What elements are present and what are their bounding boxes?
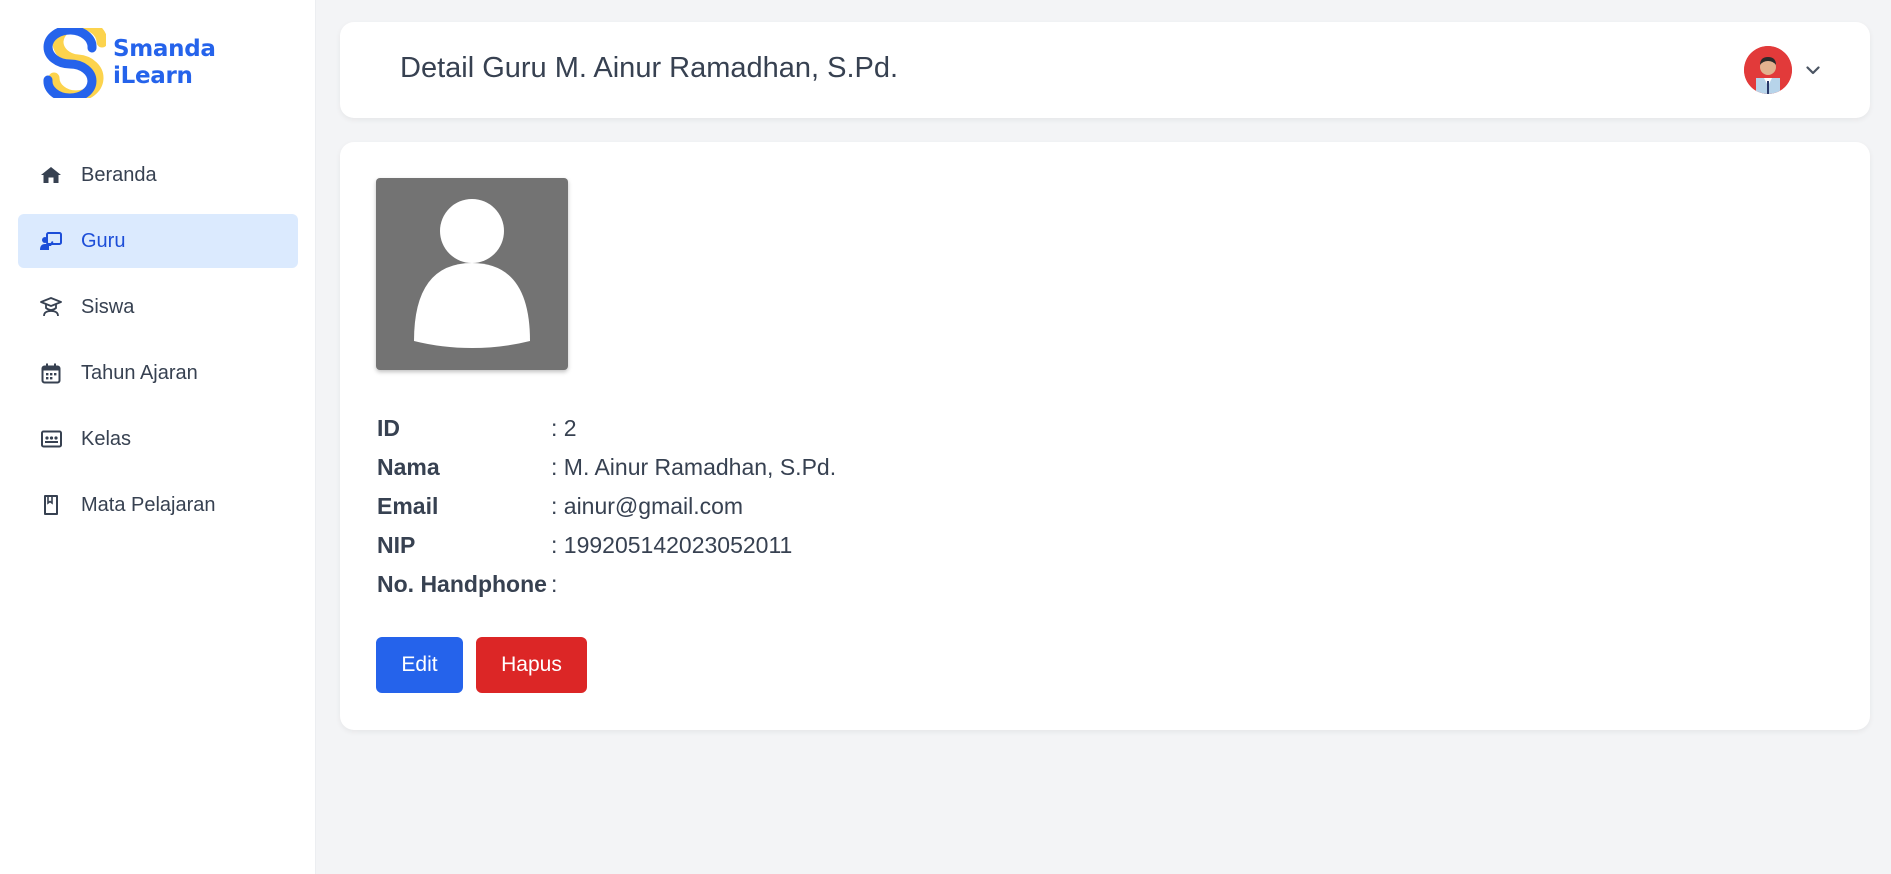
field-label: Email — [377, 493, 439, 519]
sidebar-item-siswa[interactable]: Siswa — [18, 280, 298, 334]
action-buttons: Edit Hapus — [376, 637, 587, 693]
field-row-no-handphone: No. Handphone : — [377, 565, 836, 604]
classroom-icon — [40, 428, 62, 450]
sidebar-item-label: Tahun Ajaran — [81, 361, 198, 384]
field-value: : — [551, 571, 558, 597]
sidebar-item-kelas[interactable]: Kelas — [18, 412, 298, 466]
chevron-down-icon[interactable] — [1806, 65, 1820, 75]
field-value: : M. Ainur Ramadhan, S.Pd. — [551, 454, 837, 480]
sidebar-item-label: Siswa — [81, 295, 135, 318]
field-row-nip: NIP : 199205142023052011 — [377, 526, 836, 565]
field-row-email: Email : ainur@gmail.com — [377, 487, 836, 526]
teacher-info: ID : 2 Nama : M. Ainur Ramadhan, S.Pd. E… — [377, 409, 836, 604]
teacher-detail-card: ID : 2 Nama : M. Ainur Ramadhan, S.Pd. E… — [340, 142, 1870, 730]
edit-button[interactable]: Edit — [376, 637, 463, 693]
sidebar-item-mata-pelajaran[interactable]: Mata Pelajaran — [18, 478, 298, 532]
field-label: ID — [377, 415, 400, 441]
student-icon — [40, 296, 62, 318]
field-label: Nama — [377, 454, 440, 480]
logo-icon — [43, 28, 106, 98]
app-logo[interactable]: Smanda iLearn — [38, 28, 216, 98]
sidebar-item-label: Mata Pelajaran — [81, 493, 216, 516]
calendar-icon — [40, 362, 62, 384]
logo-line-1: Smanda — [113, 36, 216, 62]
sidebar-nav: Beranda Guru Siswa Tahun Ajaran Kelas Ma… — [18, 148, 298, 544]
sidebar-item-label: Kelas — [81, 427, 132, 450]
home-icon — [40, 164, 62, 186]
field-label: NIP — [377, 532, 416, 558]
sidebar-item-guru[interactable]: Guru — [18, 214, 298, 268]
sidebar-item-beranda[interactable]: Beranda — [18, 148, 298, 202]
field-row-nama: Nama : M. Ainur Ramadhan, S.Pd. — [377, 448, 836, 487]
header-bar: Detail Guru M. Ainur Ramadhan, S.Pd. — [340, 22, 1870, 118]
sidebar-item-label: Guru — [81, 229, 126, 252]
sidebar-item-label: Beranda — [81, 163, 157, 186]
field-value: : 2 — [551, 415, 577, 441]
person-placeholder-icon — [376, 178, 568, 370]
page-title: Detail Guru M. Ainur Ramadhan, S.Pd. — [400, 52, 899, 84]
field-value: : 199205142023052011 — [551, 532, 793, 558]
field-label: No. Handphone — [377, 571, 547, 597]
logo-text: Smanda iLearn — [113, 36, 216, 90]
teacher-icon — [40, 230, 62, 252]
logo-line-2: iLearn — [113, 63, 193, 89]
user-menu[interactable] — [1744, 46, 1820, 94]
field-row-id: ID : 2 — [377, 409, 836, 448]
field-value: : ainur@gmail.com — [551, 493, 744, 519]
book-icon — [40, 494, 62, 516]
sidebar: Smanda iLearn Beranda Guru Siswa Tahun A… — [0, 0, 316, 874]
sidebar-item-tahun-ajaran[interactable]: Tahun Ajaran — [18, 346, 298, 400]
delete-button[interactable]: Hapus — [476, 637, 587, 693]
user-avatar[interactable] — [1744, 46, 1792, 94]
